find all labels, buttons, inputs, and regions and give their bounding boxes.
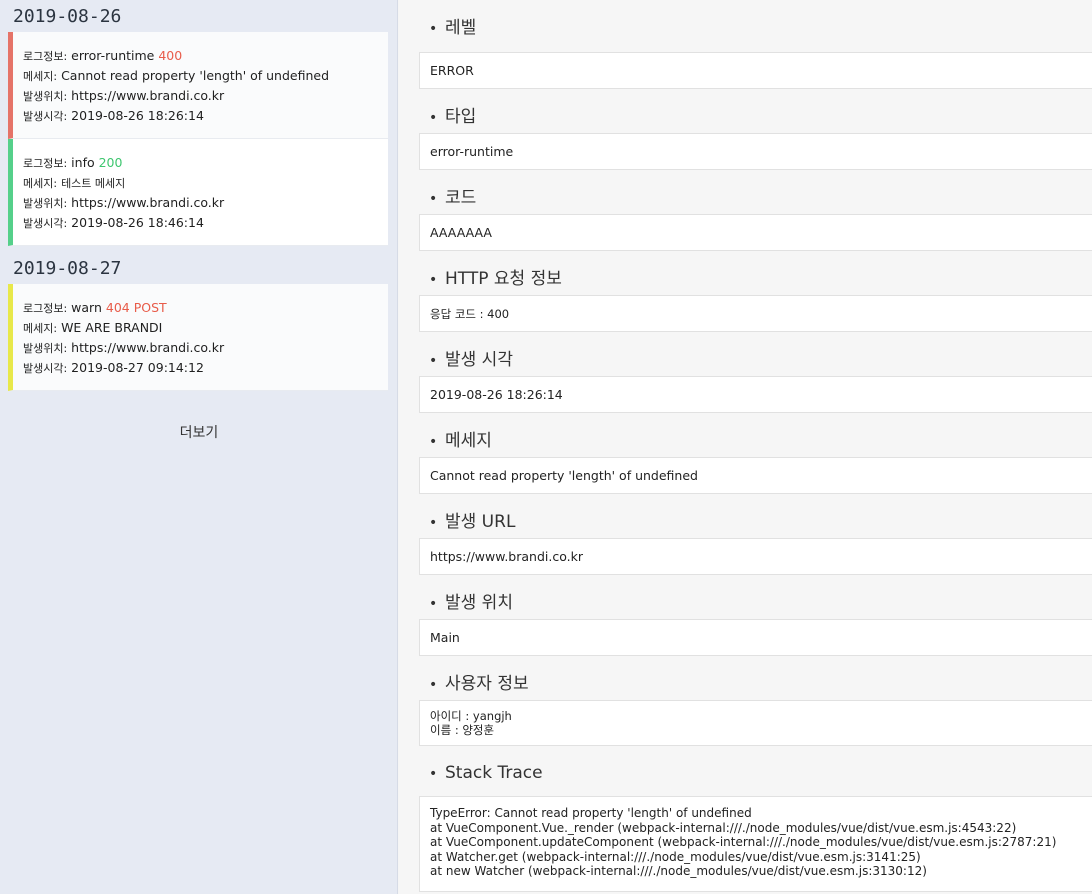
bullet-icon: •: [429, 191, 438, 207]
log-status: 200: [98, 155, 123, 170]
bullet-icon: •: [429, 434, 438, 450]
user-name: 이름 : 양정훈: [430, 723, 495, 737]
bullet-icon: •: [429, 677, 438, 693]
bullet-icon: •: [429, 353, 438, 369]
log-type: info: [71, 155, 95, 170]
user-value: 아이디 : yangjh 이름 : 양정훈: [419, 700, 1092, 746]
section-title-location: • 발생 위치: [399, 575, 1092, 619]
time-value: 2019-08-26 18:26:14: [419, 376, 1092, 413]
log-time-line: 발생시각: 2019-08-26 18:26:14: [23, 106, 378, 126]
log-message-label: 메세지:: [23, 70, 58, 83]
log-card[interactable]: 로그정보: error-runtime 400 메세지: Cannot read…: [8, 32, 388, 139]
log-location: https://www.brandi.co.kr: [71, 195, 225, 210]
location-value: Main: [419, 619, 1092, 656]
log-list-panel: 2019-08-26 로그정보: error-runtime 400 메세지: …: [0, 0, 398, 894]
log-info-line: 로그정보: error-runtime 400: [23, 46, 378, 66]
section-title-text: 발생 URL: [445, 512, 516, 532]
log-time-line: 발생시각: 2019-08-27 09:14:12: [23, 358, 378, 378]
bullet-icon: •: [429, 515, 438, 531]
section-title-text: Stack Trace: [445, 763, 543, 783]
log-message-label: 메세지:: [23, 322, 58, 335]
section-title-text: 발생 위치: [445, 593, 513, 613]
bullet-icon: •: [429, 110, 438, 126]
log-time-line: 발생시각: 2019-08-26 18:46:14: [23, 213, 378, 233]
log-message-label: 메세지:: [23, 177, 58, 190]
log-message-line: 메세지: WE ARE BRANDI: [23, 318, 378, 338]
section-title-text: 발생 시각: [445, 350, 513, 370]
section-title-text: 사용자 정보: [445, 674, 529, 694]
section-title-type: • 타입: [399, 89, 1092, 133]
type-value: error-runtime: [419, 133, 1092, 170]
section-title-text: 레벨: [445, 18, 477, 38]
log-location-label: 발생위치:: [23, 90, 68, 103]
log-message: 테스트 메세지: [61, 177, 126, 190]
section-title-text: HTTP 요청 정보: [445, 269, 562, 289]
section-title-code: • 코드: [399, 170, 1092, 214]
log-location-line: 발생위치: https://www.brandi.co.kr: [23, 86, 378, 106]
log-time: 2019-08-26 18:26:14: [71, 108, 204, 123]
section-title-time: • 발생 시각: [399, 332, 1092, 376]
log-type: warn: [71, 300, 102, 315]
stack-line: at VueComponent.Vue._render (webpack-int…: [430, 820, 1017, 835]
section-title-text: 코드: [445, 188, 477, 208]
log-info-label: 로그정보:: [23, 157, 68, 170]
stack-trace-box: TypeError: Cannot read property 'length'…: [419, 796, 1092, 892]
log-status: 404 POST: [105, 300, 167, 315]
stack-line: at new Watcher (webpack-internal:///./no…: [430, 864, 927, 878]
user-id: 아이디 : yangjh: [430, 709, 512, 723]
bullet-icon: •: [429, 272, 438, 288]
bullet-icon: •: [429, 596, 438, 612]
date-group: 2019-08-27 로그정보: warn 404 POST 메세지: WE A…: [0, 254, 397, 391]
date-group: 2019-08-26 로그정보: error-runtime 400 메세지: …: [0, 2, 397, 246]
stack-line: TypeError: Cannot read property 'length'…: [430, 806, 752, 820]
log-detail-panel: • 레벨 ERROR • 타입 error-runtime • 코드 AAAAAAA …: [399, 0, 1092, 894]
date-header: 2019-08-27: [13, 258, 122, 279]
log-message: WE ARE BRANDI: [61, 320, 163, 335]
url-value: https://www.brandi.co.kr: [419, 538, 1092, 575]
log-message-line: 메세지: Cannot read property 'length' of un…: [23, 66, 378, 86]
section-title-level: • 레벨: [399, 0, 1092, 52]
log-location: https://www.brandi.co.kr: [71, 88, 225, 103]
log-time: 2019-08-26 18:46:14: [71, 215, 204, 230]
log-info-label: 로그정보:: [23, 302, 68, 315]
log-location: https://www.brandi.co.kr: [71, 340, 225, 355]
log-info-line: 로그정보: warn 404 POST: [23, 298, 378, 318]
log-message: Cannot read property 'length' of undefin…: [61, 68, 330, 83]
log-card[interactable]: 로그정보: warn 404 POST 메세지: WE ARE BRANDI 발…: [8, 284, 388, 391]
bullet-icon: •: [429, 766, 438, 782]
date-header: 2019-08-26: [13, 6, 122, 27]
section-title-user: • 사용자 정보: [399, 656, 1092, 700]
log-status: 400: [158, 48, 183, 63]
log-time: 2019-08-27 09:14:12: [71, 360, 204, 375]
stack-line: at Watcher.get (webpack-internal:///./no…: [430, 849, 921, 864]
log-type: error-runtime: [71, 48, 155, 63]
bullet-icon: •: [429, 21, 438, 37]
section-title-url: • 발생 URL: [399, 494, 1092, 538]
log-location-line: 발생위치: https://www.brandi.co.kr: [23, 338, 378, 358]
code-value: AAAAAAA: [419, 214, 1092, 251]
section-title-stack: • Stack Trace: [399, 746, 1092, 796]
log-message-line: 메세지: 테스트 메세지: [23, 173, 378, 193]
stack-line: at VueComponent.updateComponent (webpack…: [430, 835, 1057, 849]
log-location-label: 발생위치:: [23, 342, 68, 355]
section-title-http: • HTTP 요청 정보: [399, 251, 1092, 295]
log-info-label: 로그정보:: [23, 50, 68, 63]
log-time-label: 발생시각:: [23, 110, 68, 123]
http-value: 응답 코드 : 400: [419, 295, 1092, 332]
section-title-text: 메세지: [445, 431, 492, 451]
log-location-label: 발생위치:: [23, 197, 68, 210]
section-title-text: 타입: [445, 107, 477, 127]
log-info-line: 로그정보: info 200: [23, 153, 378, 173]
level-value: ERROR: [419, 52, 1092, 89]
log-time-label: 발생시각:: [23, 217, 68, 230]
section-title-message: • 메세지: [399, 413, 1092, 457]
message-value: Cannot read property 'length' of undefin…: [419, 457, 1092, 494]
log-location-line: 발생위치: https://www.brandi.co.kr: [23, 193, 378, 213]
log-card[interactable]: 로그정보: info 200 메세지: 테스트 메세지 발생위치: https:…: [8, 139, 388, 246]
log-time-label: 발생시각:: [23, 362, 68, 375]
load-more-button[interactable]: 더보기: [0, 422, 398, 442]
